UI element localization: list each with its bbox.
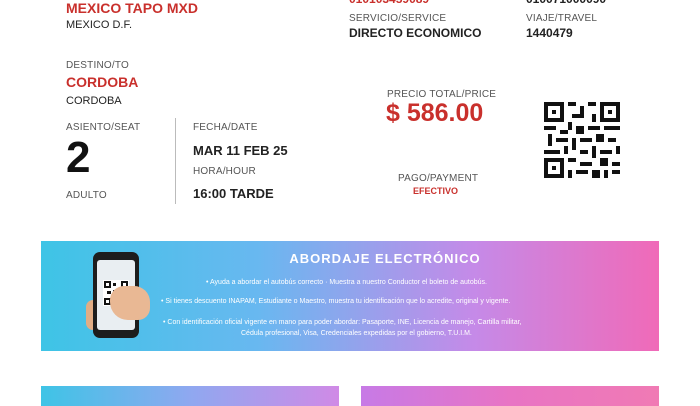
seat-number: 2 xyxy=(66,133,91,182)
destination-city: CORDOBA xyxy=(66,95,122,107)
service-value: DIRECTO ECONOMICO xyxy=(349,26,482,40)
hand xyxy=(110,286,150,320)
price-value: $ 586.00 xyxy=(386,99,484,127)
seat-divider xyxy=(175,118,176,204)
payment-label: PAGO/PAYMENT xyxy=(398,173,479,184)
qr-code-icon xyxy=(544,102,620,178)
origin-terminal: MEXICO TAPO MXD xyxy=(66,0,198,16)
date-label: FECHA/DATE xyxy=(193,122,258,133)
date-value: MAR 11 FEB 25 xyxy=(193,143,288,158)
seat-type: ADULTO xyxy=(66,190,107,201)
destination-label: DESTINO/TO xyxy=(66,60,129,71)
travel-code-cut: 010071000090 xyxy=(526,0,606,6)
time-value: 16:00 TARDE xyxy=(193,186,274,201)
banner-line-1: • Ayuda a abordar el autobús correcto · … xyxy=(206,279,487,286)
service-code-cut: 010103459089 xyxy=(349,0,429,6)
banner-line-3: • Con identificación oficial vigente en … xyxy=(163,319,522,326)
bottom-card-right xyxy=(361,386,659,406)
banner-line-4: Cédula profesional, Visa, Credenciales e… xyxy=(241,330,472,337)
payment-value: EFECTIVO xyxy=(413,186,459,196)
seat-label: ASIENTO/SEAT xyxy=(66,122,141,133)
banner-line-2: • Si tienes descuento INAPAM, Estudiante… xyxy=(161,298,511,305)
destination-terminal: CORDOBA xyxy=(66,74,139,90)
origin-city: MEXICO D.F. xyxy=(66,19,133,31)
travel-value: 1440479 xyxy=(526,26,573,40)
travel-label: VIAJE/TRAVEL xyxy=(526,13,598,24)
time-label: HORA/HOUR xyxy=(193,166,256,177)
bottom-card-left xyxy=(41,386,339,406)
qr-code xyxy=(528,96,630,186)
service-label: SERVICIO/SERVICE xyxy=(349,13,447,24)
